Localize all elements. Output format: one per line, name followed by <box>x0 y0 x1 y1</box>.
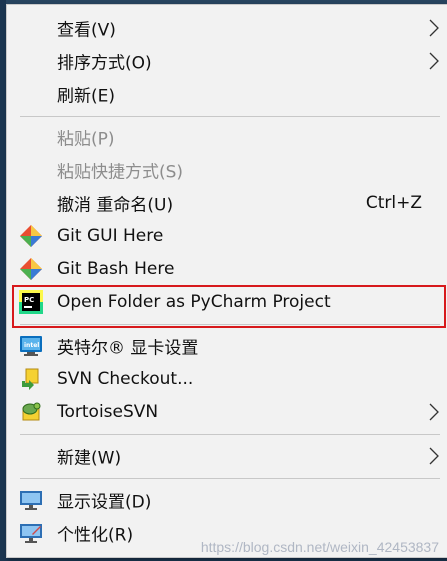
watermark: https://blog.csdn.net/weixin_42453837 <box>200 539 439 555</box>
personalize-icon <box>20 523 42 543</box>
menu-item-paste: 粘贴(P) <box>7 120 447 153</box>
menu-item-view[interactable]: 查看(V) <box>7 11 447 44</box>
menu-separator <box>20 116 440 117</box>
menu-item-undo-rename[interactable]: 撤消 重命名(U) Ctrl+Z <box>7 186 447 219</box>
menu-item-label: 粘贴快捷方式(S) <box>57 162 184 182</box>
menu-item-label: 查看(V) <box>57 20 116 40</box>
menu-separator <box>20 478 440 479</box>
menu-item-label: TortoiseSVN <box>57 401 159 422</box>
chevron-right-icon <box>429 447 439 464</box>
menu-item-label: Git GUI Here <box>57 225 164 246</box>
menu-item-paste-shortcut: 粘贴快捷方式(S) <box>7 153 447 186</box>
menu-item-new[interactable]: 新建(W) <box>7 439 447 472</box>
svn-checkout-icon <box>22 368 39 390</box>
svg-text:intel: intel <box>24 342 39 349</box>
chevron-right-icon <box>429 52 439 69</box>
menu-item-sort-by[interactable]: 排序方式(O) <box>7 44 447 77</box>
menu-item-shortcut: Ctrl+Z <box>365 192 422 213</box>
menu-item-display-settings[interactable]: 显示设置(D) <box>7 483 447 516</box>
menu-item-svn-checkout[interactable]: SVN Checkout... <box>7 362 447 395</box>
menu-item-git-bash[interactable]: Git Bash Here <box>7 252 447 285</box>
tortoisesvn-icon <box>22 402 41 420</box>
menu-item-label: 撤消 重命名(U) <box>57 195 174 215</box>
menu-item-tortoisesvn[interactable]: TortoiseSVN <box>7 395 447 428</box>
menu-item-label: 英特尔® 显卡设置 <box>57 338 199 358</box>
chevron-right-icon <box>429 19 439 36</box>
menu-item-refresh[interactable]: 刷新(E) <box>7 77 447 110</box>
menu-item-git-gui[interactable]: Git GUI Here <box>7 219 447 252</box>
display-settings-icon <box>20 490 42 510</box>
menu-item-label: 粘贴(P) <box>57 129 115 149</box>
menu-separator <box>20 434 440 435</box>
menu-item-label: 排序方式(O) <box>57 53 152 73</box>
git-bash-icon <box>20 257 42 280</box>
chevron-right-icon <box>429 403 439 420</box>
highlight-box <box>12 285 446 328</box>
menu-item-label: Git Bash Here <box>57 258 175 279</box>
intel-graphics-icon: intel <box>20 335 42 356</box>
context-menu: 查看(V) 排序方式(O) 刷新(E) 粘贴(P) 粘贴快捷方式(S) 撤消 重… <box>6 4 447 558</box>
menu-item-label: 新建(W) <box>57 448 122 468</box>
git-gui-icon <box>20 224 42 247</box>
menu-item-label: 显示设置(D) <box>57 492 152 512</box>
menu-item-intel-graphics[interactable]: intel 英特尔® 显卡设置 <box>7 329 447 362</box>
menu-item-label: 刷新(E) <box>57 86 116 106</box>
menu-item-label: SVN Checkout... <box>57 368 194 389</box>
menu-item-label: 个性化(R) <box>57 525 134 545</box>
